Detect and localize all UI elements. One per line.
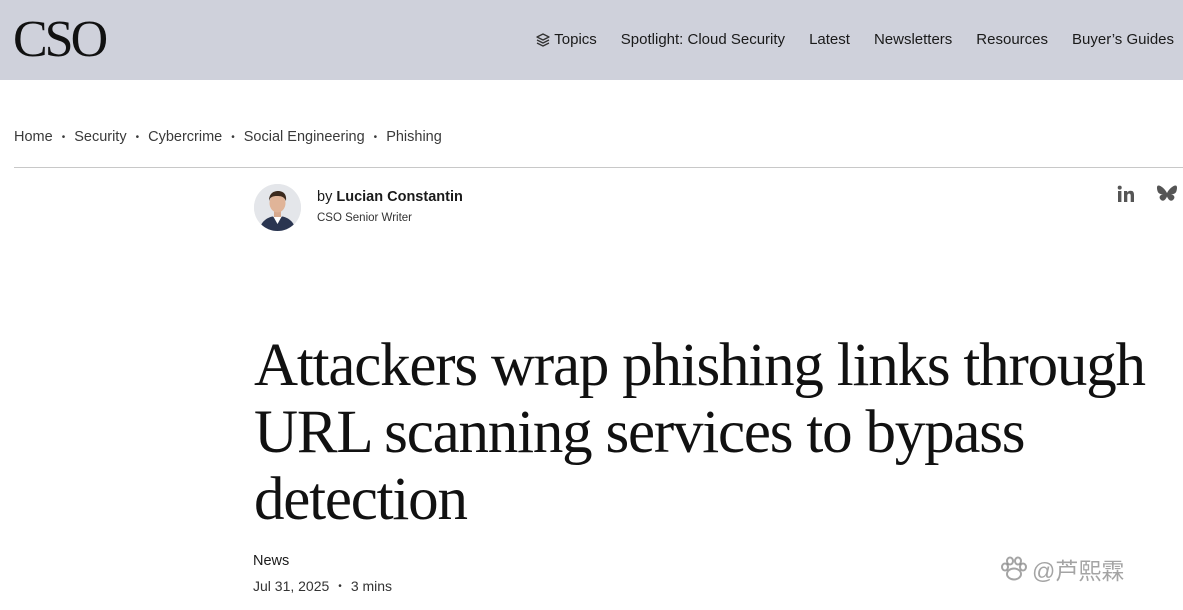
nav-spotlight[interactable]: Spotlight: Cloud Security [621,31,785,48]
breadcrumb-separator: • [61,131,66,143]
breadcrumb-divider [14,167,1183,168]
bluesky-icon[interactable] [1156,184,1178,209]
nav-topics-label: Topics [554,31,597,48]
nav-buyers-guides[interactable]: Buyer’s Guides [1072,31,1174,48]
main-nav: Topics Spotlight: Cloud Security Latest … [536,31,1174,48]
breadcrumb-security[interactable]: Security [74,129,126,145]
nav-topics[interactable]: Topics [536,31,597,48]
cso-logo[interactable]: CSO [13,12,108,68]
breadcrumb-home[interactable]: Home [14,129,53,145]
nav-resources[interactable]: Resources [976,31,1048,48]
article-date: Jul 31, 2025 [253,578,330,594]
watermark-text: @芦熙霖 [1032,558,1125,584]
site-header: CSO Topics Spotlight: Cloud Security Lat… [0,0,1183,80]
nav-newsletters[interactable]: Newsletters [874,31,952,48]
paw-icon [1001,556,1027,581]
author-avatar[interactable] [254,184,301,231]
linkedin-icon[interactable] [1116,184,1136,209]
breadcrumb-phishing[interactable]: Phishing [386,129,442,145]
meta-separator: • [338,580,342,592]
breadcrumb: Home • Security • Cybercrime • Social En… [14,129,442,145]
article-headline: Attackers wrap phishing links through UR… [254,332,1146,533]
article-category[interactable]: News [253,553,289,569]
breadcrumb-separator: • [373,131,378,143]
article-meta: Jul 31, 2025 • 3 mins [253,578,392,594]
author-byline: by Lucian Constantin [317,189,463,205]
author-name[interactable]: Lucian Constantin [336,189,462,205]
breadcrumb-separator: • [135,131,140,143]
breadcrumb-cybercrime[interactable]: Cybercrime [148,129,222,145]
nav-latest[interactable]: Latest [809,31,850,48]
layers-icon [536,32,550,47]
watermark: @芦熙霖 [999,552,1124,586]
share-buttons [1116,184,1178,209]
breadcrumb-separator: • [231,131,235,143]
author-role: CSO Senior Writer [317,212,413,224]
author-prefix: by [317,189,333,205]
breadcrumb-social-engineering[interactable]: Social Engineering [244,129,365,145]
read-time: 3 mins [350,578,393,594]
